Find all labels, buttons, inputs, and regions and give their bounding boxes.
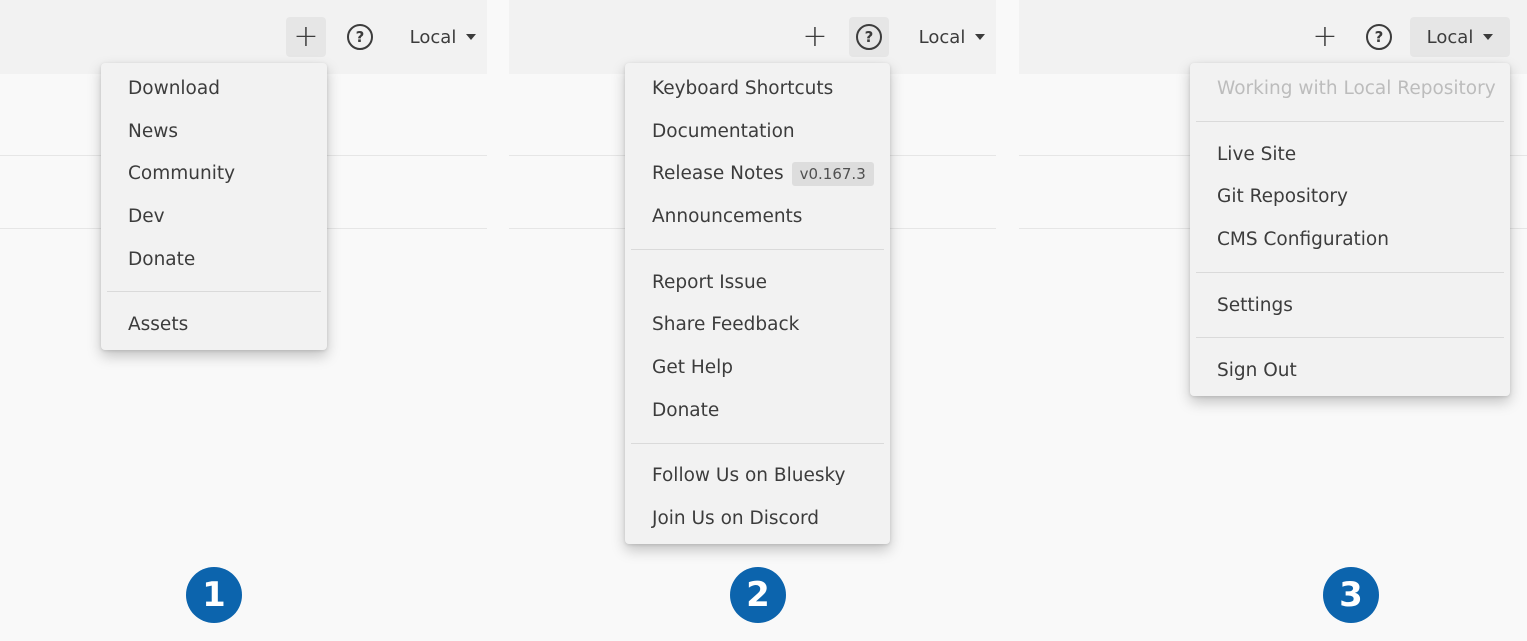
repository-dropdown[interactable]: Local bbox=[393, 17, 493, 57]
panel-help-menu: + ? Local Keyboard Shortcuts Documentati… bbox=[509, 0, 996, 641]
help-menu: Keyboard Shortcuts Documentation Release… bbox=[625, 63, 890, 544]
repository-dropdown[interactable]: Local bbox=[902, 17, 1002, 57]
repository-label: Local bbox=[409, 26, 457, 48]
menu-item-share-feedback[interactable]: Share Feedback bbox=[625, 303, 890, 346]
menu-item-release-notes[interactable]: Release Notes v0.167.3 bbox=[625, 152, 890, 195]
menu-item-donate[interactable]: Donate bbox=[625, 389, 890, 432]
menu-item-cms-configuration[interactable]: CMS Configuration bbox=[1190, 218, 1510, 261]
menu-item-git-repository[interactable]: Git Repository bbox=[1190, 175, 1510, 218]
plus-icon: + bbox=[802, 19, 828, 54]
panel-add-menu: + ? Local Download News Community Dev Do… bbox=[0, 0, 487, 641]
add-button[interactable]: + bbox=[286, 17, 326, 57]
repository-dropdown[interactable]: Local bbox=[1410, 17, 1510, 57]
help-button[interactable]: ? bbox=[849, 17, 889, 57]
plus-icon: + bbox=[293, 19, 319, 54]
repository-label: Local bbox=[1426, 26, 1474, 48]
add-menu: Download News Community Dev Donate Asset… bbox=[101, 63, 327, 351]
menu-item-keyboard-shortcuts[interactable]: Keyboard Shortcuts bbox=[625, 67, 890, 110]
menu-item-documentation[interactable]: Documentation bbox=[625, 110, 890, 153]
question-circle-icon: ? bbox=[856, 24, 882, 50]
question-circle-icon: ? bbox=[347, 24, 373, 50]
menu-separator bbox=[631, 442, 884, 444]
step-badge-2: 2 bbox=[730, 567, 786, 623]
caret-down-icon bbox=[466, 34, 477, 40]
caret-down-icon bbox=[1483, 34, 1494, 40]
caret-down-icon bbox=[975, 34, 986, 40]
menu-item-dev[interactable]: Dev bbox=[101, 195, 327, 238]
menu-separator bbox=[1196, 337, 1504, 339]
menu-item-report-issue[interactable]: Report Issue bbox=[625, 261, 890, 304]
menu-item-download[interactable]: Download bbox=[101, 67, 327, 110]
menu-item-sign-out[interactable]: Sign Out bbox=[1190, 349, 1510, 392]
plus-icon: + bbox=[1312, 19, 1338, 54]
menu-separator bbox=[631, 248, 884, 250]
menu-item-get-help[interactable]: Get Help bbox=[625, 346, 890, 389]
version-badge: v0.167.3 bbox=[791, 161, 874, 186]
menu-item-bluesky[interactable]: Follow Us on Bluesky bbox=[625, 455, 890, 498]
help-button[interactable]: ? bbox=[1359, 17, 1399, 57]
menu-separator bbox=[107, 291, 321, 293]
menu-item-announcements[interactable]: Announcements bbox=[625, 195, 890, 238]
menu-separator bbox=[1196, 120, 1504, 122]
menu-separator bbox=[1196, 271, 1504, 273]
menu-item-discord[interactable]: Join Us on Discord bbox=[625, 497, 890, 540]
menu-item-settings[interactable]: Settings bbox=[1190, 284, 1510, 327]
question-circle-icon: ? bbox=[1366, 24, 1392, 50]
step-badge-1: 1 bbox=[186, 567, 242, 623]
repository-label: Local bbox=[918, 26, 966, 48]
menu-item-news[interactable]: News bbox=[101, 110, 327, 153]
help-button[interactable]: ? bbox=[340, 17, 380, 57]
panel-repository-menu: + ? Local Working with Local Repository … bbox=[1019, 0, 1527, 641]
add-button[interactable]: + bbox=[1305, 17, 1345, 57]
add-button[interactable]: + bbox=[795, 17, 835, 57]
menu-item-assets[interactable]: Assets bbox=[101, 303, 327, 346]
release-notes-label: Release Notes bbox=[652, 163, 784, 185]
step-badge-3: 3 bbox=[1323, 567, 1379, 623]
repository-menu: Working with Local Repository Live Site … bbox=[1190, 63, 1510, 397]
menu-item-community[interactable]: Community bbox=[101, 152, 327, 195]
menu-item-live-site[interactable]: Live Site bbox=[1190, 133, 1510, 176]
menu-header-local-repository: Working with Local Repository bbox=[1217, 77, 1496, 99]
menu-item-donate[interactable]: Donate bbox=[101, 238, 327, 281]
